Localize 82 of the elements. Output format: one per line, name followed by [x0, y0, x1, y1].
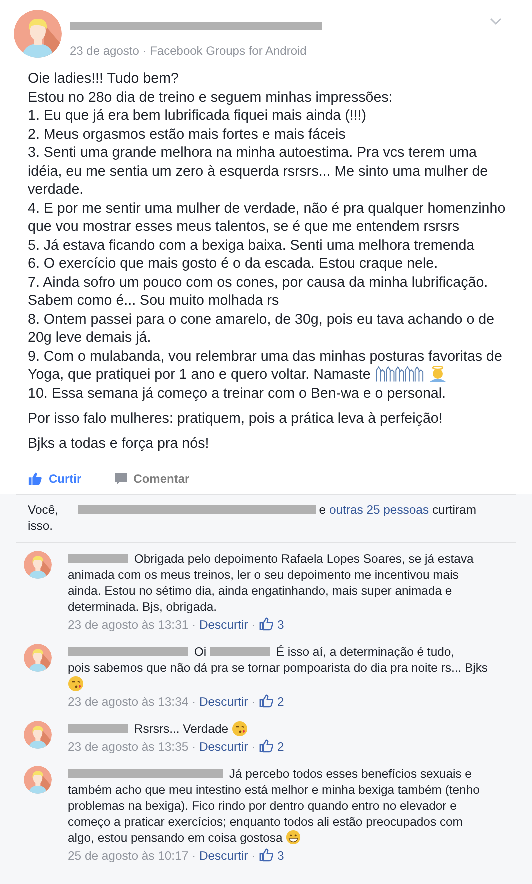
post-text: 9. Com o mulabanda, vou relembrar uma das minhas posturas favoritas de	[28, 348, 502, 364]
thumbs-up-icon	[28, 471, 43, 486]
separator-dot: ·	[252, 618, 256, 632]
comment-like-count[interactable]: 3	[277, 849, 284, 863]
comment-like-count[interactable]: 2	[277, 695, 284, 709]
comment-text: Rsrsrs... Verdade	[134, 722, 229, 736]
separator-dot: ·	[252, 695, 256, 709]
post-text: Oie ladies!!! Tudo bem?	[28, 71, 179, 87]
likes-text: isso.	[28, 519, 54, 533]
comment-text: determinada. Bjs, obrigada.	[68, 600, 218, 614]
post-text: Sabem como é... Sou muito molhada rs	[28, 293, 280, 309]
comment-text: É isso aí, a determinação é tudo,	[276, 645, 455, 659]
angel-emoji-icon	[428, 366, 447, 382]
comment-like-count[interactable]: 3	[277, 618, 284, 632]
separator-dot: ·	[192, 740, 196, 754]
likes-text: e	[319, 503, 326, 517]
thumbs-up-icon	[259, 847, 274, 862]
avatar-icon[interactable]	[24, 721, 52, 749]
kiss-emoji-icon	[232, 721, 248, 737]
likes-text: curtiram	[432, 503, 476, 517]
redaction-bar	[210, 647, 270, 656]
comment-button[interactable]: Comentar	[114, 469, 190, 488]
post-text: 3. Senti uma grande melhora na minha autoestima. Pra vcs terem uma	[28, 145, 477, 161]
separator-dot: ·	[192, 849, 196, 863]
post-text: 4. E por me sentir uma mulher de verdade, não é pra qualquer homenzinho	[28, 200, 506, 216]
post-text: 6. O exercício que mais gosto é o da escada. Estou craque nele.	[28, 256, 438, 272]
post-text: 1. Eu que já era bem lubrificada fiquei mais ainda (!!!)	[28, 108, 367, 124]
comment-time: 23 de agosto às 13:31	[68, 618, 189, 632]
comment-text: pois sabemos que não dá pra se tornar pompoarista do dia pra noite rs... Bjks	[68, 661, 488, 675]
avatar-icon[interactable]	[14, 10, 62, 58]
comment-text: também acho que meu intestino está melhor e minha bexiga também (tenho	[68, 783, 480, 797]
comment-time: 23 de agosto às 13:35	[68, 740, 189, 754]
post-text: Yoga, que pratiquei por 1 ano e quero voltar. Namaste	[28, 367, 371, 383]
likes-text: Você,	[28, 503, 58, 517]
comment-text: Oi	[194, 645, 207, 659]
post-text: Estou no 28o dia de treino e seguem minhas impressões:	[28, 90, 393, 106]
post-text: Bjks a todas e força pra nós!	[28, 436, 210, 452]
post-text: 8. Ontem passei para o cone amarelo, de 30g, pois eu tava achando o de	[28, 312, 495, 328]
grin-emoji-icon	[286, 830, 302, 845]
thumbs-up-icon	[259, 738, 274, 753]
comment-time: 23 de agosto às 13:34	[68, 695, 189, 709]
separator-dot: ·	[142, 44, 147, 58]
post-text: 20g leve demais já.	[28, 330, 152, 346]
redaction-bar	[68, 554, 128, 563]
unlike-link[interactable]: Descurtir	[199, 695, 248, 709]
unlike-link[interactable]: Descurtir	[199, 849, 248, 863]
comment-text: ainda. Estou no sétimo dia, ainda engatinhando, mais super animada e	[68, 584, 452, 598]
comment-text: Já percebo todos esses benefícios sexuais e	[229, 767, 472, 781]
kiss-emoji-icon	[68, 676, 84, 692]
separator-dot: ·	[192, 618, 196, 632]
people-link[interactable]: outras 25 pessoas	[329, 503, 430, 517]
raised-hands-icon	[374, 366, 425, 382]
comment-text: algo, estou pensando em coisa gostosa	[68, 831, 283, 845]
post-text: 2. Meus orgasmos estão mais fortes e mais fáceis	[28, 126, 346, 142]
thumbs-up-icon	[259, 693, 274, 708]
separator-dot: ·	[192, 695, 196, 709]
post-text: idéia, eu me sentia um zero à esquerda rsrsrs... Me sinto uma mulher de	[28, 164, 488, 180]
avatar-icon[interactable]	[24, 644, 52, 672]
unlike-link[interactable]: Descurtir	[199, 618, 248, 632]
separator-dot: ·	[252, 849, 256, 863]
separator-dot: ·	[252, 740, 256, 754]
post-text: 10. Essa semana já começo a treinar com o Ben-wa e o personal.	[28, 386, 446, 402]
post-source: Facebook Groups for Android	[150, 44, 307, 58]
comment-time: 25 de agosto às 10:17	[68, 849, 189, 863]
thumbs-up-icon	[259, 616, 274, 631]
chevron-down-icon[interactable]	[490, 18, 502, 26]
post-text: 7. Ainda sofro um pouco com os cones, por causa da minha lubrificação.	[28, 274, 488, 290]
avatar-icon[interactable]	[24, 766, 52, 794]
redaction-bar	[68, 724, 128, 733]
avatar-icon[interactable]	[24, 551, 52, 579]
post-text: verdade.	[28, 182, 84, 198]
comment-text: problemas na bexiga). Fico rindo por dentro quando entro no elevador e	[68, 799, 457, 813]
like-button[interactable]: Curtir	[28, 469, 82, 488]
unlike-link[interactable]: Descurtir	[199, 740, 248, 754]
comment-text: começo a praticar exercícios; enquanto todos ali estão preocupados com	[68, 815, 463, 829]
post-text: Por isso falo mulheres: pratiquem, pois a prática leva à perfeição!	[28, 410, 443, 426]
comment-icon	[114, 472, 128, 486]
comment-like-count[interactable]: 2	[277, 740, 284, 754]
comment-text: Obrigada pelo depoimento Rafaela Lopes Soares, se já estava	[134, 552, 474, 566]
comment-text: animada com os meus treinos, ler o seu depoimento me incentivou mais	[68, 568, 459, 582]
post-text: que vou mostrar esses meus talentos, se é que me entendem rsrsrs	[28, 219, 460, 235]
post-text: 5. Já estava ficando com a bexiga baixa. Senti uma melhora tremenda	[28, 238, 475, 254]
